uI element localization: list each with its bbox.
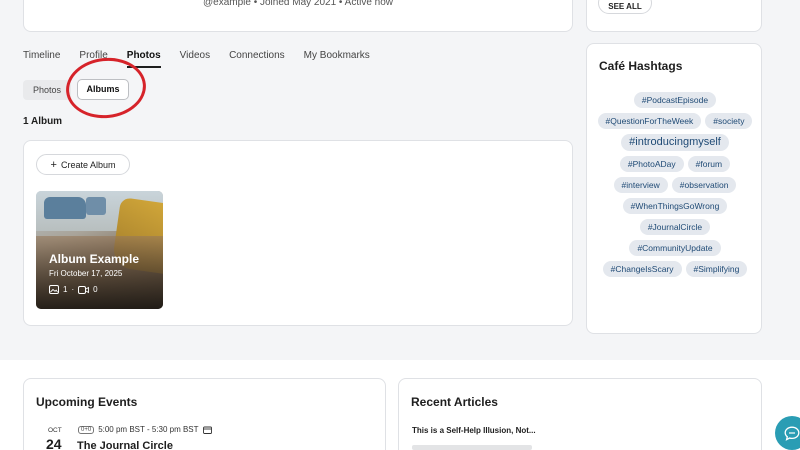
- hashtag-link[interactable]: #QuestionForTheWeek: [597, 113, 702, 129]
- hashtag-link[interactable]: #PodcastEpisode: [633, 92, 717, 108]
- event-day: 24: [46, 436, 62, 450]
- hashtag-link[interactable]: #Simplifying: [685, 261, 748, 277]
- article-placeholder-line: [412, 445, 532, 450]
- album-title[interactable]: Album Example: [49, 252, 139, 266]
- profile-meta-text: @example • Joined May 2021 • Active now: [202, 0, 394, 8]
- event-time-row: 0+0 5:00 pm BST - 5:30 pm BST: [78, 425, 212, 434]
- article-link[interactable]: This is a Self-Help Illusion, Not...: [412, 426, 536, 435]
- recent-articles-title: Recent Articles: [411, 395, 498, 409]
- create-album-label: Create Album: [60, 159, 116, 170]
- tab-photos[interactable]: Photos: [126, 50, 161, 68]
- subtab-albums[interactable]: Albums: [77, 79, 129, 100]
- see-all-button[interactable]: SEE ALL: [598, 0, 652, 14]
- album-cover-car: [44, 197, 86, 219]
- event-month: OCT: [48, 427, 62, 434]
- tab-timeline[interactable]: Timeline: [23, 50, 60, 68]
- chat-bubble-icon: [784, 426, 800, 441]
- hashtag-link[interactable]: #introducingmyself: [621, 134, 729, 151]
- photo-icon: [49, 285, 59, 294]
- calendar-icon[interactable]: [202, 426, 212, 434]
- album-photo-count: 1: [63, 285, 68, 294]
- hashtag-link[interactable]: #ChangeIsScary: [602, 261, 682, 277]
- album-count-label: 1 Album: [23, 116, 63, 127]
- subtab-photos[interactable]: Photos: [23, 80, 71, 100]
- hashtags-title: Café Hashtags: [599, 59, 683, 73]
- profile-tabs: Timeline Profile Photos Videos Connectio…: [23, 50, 389, 70]
- album-video-count: 0: [93, 285, 98, 294]
- tab-profile[interactable]: Profile: [79, 50, 107, 68]
- hashtag-link[interactable]: #observation: [671, 177, 737, 193]
- album-date: Fri October 17, 2025: [49, 269, 123, 278]
- album-stats: 1 · 0: [49, 285, 98, 294]
- hashtag-link[interactable]: #CommunityUpdate: [629, 240, 721, 256]
- tab-videos[interactable]: Videos: [180, 50, 210, 68]
- event-time: 5:00 pm BST - 5:30 pm BST: [98, 425, 199, 434]
- hashtag-link[interactable]: #society: [705, 113, 753, 129]
- upcoming-events-title: Upcoming Events: [36, 395, 138, 409]
- plus-icon: +: [50, 158, 57, 171]
- event-format-badge: 0+0: [78, 425, 95, 434]
- album-cover-car-window: [86, 197, 106, 215]
- hashtag-link[interactable]: #JournalCircle: [639, 219, 711, 235]
- hashtag-link[interactable]: #interview: [613, 177, 668, 193]
- hashtag-link[interactable]: #WhenThingsGoWrong: [622, 198, 728, 214]
- profile-header-card: @example • Joined May 2021 • Active now: [23, 0, 573, 32]
- create-album-button[interactable]: + Create Album: [36, 154, 130, 175]
- stats-separator: ·: [71, 285, 75, 294]
- recent-articles-widget: [398, 378, 762, 450]
- hashtag-cloud: #PodcastEpisode #QuestionForTheWeek #soc…: [596, 92, 754, 277]
- event-title-link[interactable]: The Journal Circle: [77, 440, 173, 450]
- tab-my-bookmarks[interactable]: My Bookmarks: [304, 50, 370, 68]
- tab-connections[interactable]: Connections: [229, 50, 285, 68]
- hashtag-link[interactable]: #PhotoADay: [619, 156, 684, 172]
- video-icon: [78, 285, 90, 294]
- hashtag-link[interactable]: #forum: [687, 156, 731, 172]
